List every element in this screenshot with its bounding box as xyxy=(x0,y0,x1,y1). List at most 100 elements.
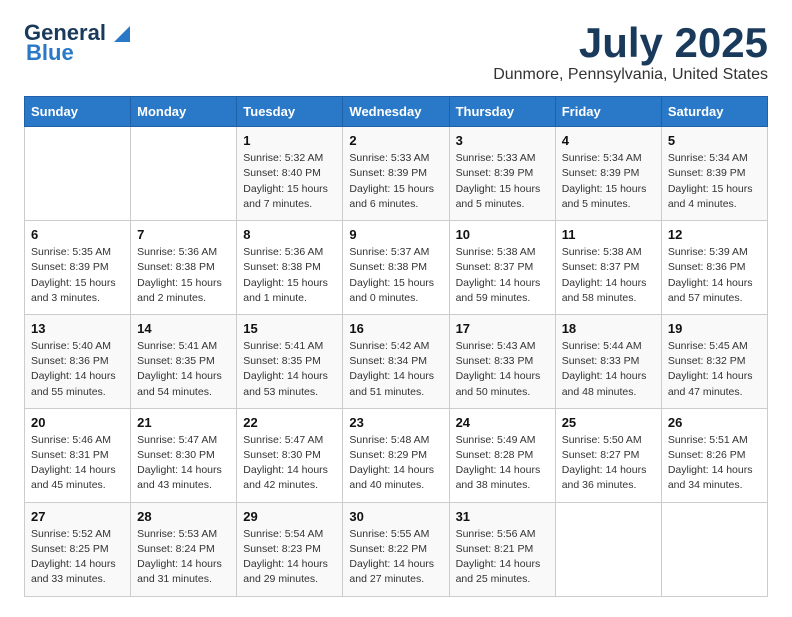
calendar-cell: 6 Sunrise: 5:35 AMSunset: 8:39 PMDaylight… xyxy=(25,221,131,315)
day-info: Sunrise: 5:45 AMSunset: 8:32 PMDaylight:… xyxy=(668,339,761,400)
day-info: Sunrise: 5:44 AMSunset: 8:33 PMDaylight:… xyxy=(562,339,655,400)
day-number: 29 xyxy=(243,509,336,524)
calendar-cell: 19 Sunrise: 5:45 AMSunset: 8:32 PMDayligh… xyxy=(661,314,767,408)
month-title: July 2025 xyxy=(493,20,768,66)
calendar-cell: 8Sunrise: 5:36 AMSunset: 8:38 PMDaylight… xyxy=(237,221,343,315)
logo: General Blue xyxy=(24,20,130,66)
day-info: Sunrise: 5:39 AMSunset: 8:36 PMDaylight:… xyxy=(668,245,761,306)
calendar-cell xyxy=(555,502,661,596)
day-number: 16 xyxy=(349,321,442,336)
calendar-cell: 14 Sunrise: 5:41 AMSunset: 8:35 PMDayligh… xyxy=(131,314,237,408)
day-number: 28 xyxy=(137,509,230,524)
day-number: 18 xyxy=(562,321,655,336)
day-info: Sunrise: 5:48 AMSunset: 8:29 PMDaylight:… xyxy=(349,433,442,494)
calendar-cell xyxy=(131,127,237,221)
col-header-friday: Friday xyxy=(555,97,661,127)
calendar-cell: 10 Sunrise: 5:38 AMSunset: 8:37 PMDayligh… xyxy=(449,221,555,315)
calendar-cell: 21Sunrise: 5:47 AMSunset: 8:30 PMDayligh… xyxy=(131,408,237,502)
day-info: Sunrise: 5:35 AMSunset: 8:39 PMDaylight:… xyxy=(31,245,124,306)
day-info: Sunrise: 5:38 AMSunset: 8:37 PMDaylight:… xyxy=(456,245,549,306)
day-number: 17 xyxy=(456,321,549,336)
calendar-cell: 22Sunrise: 5:47 AMSunset: 8:30 PMDayligh… xyxy=(237,408,343,502)
calendar-cell: 29Sunrise: 5:54 AMSunset: 8:23 PMDayligh… xyxy=(237,502,343,596)
calendar-cell: 30 Sunrise: 5:55 AMSunset: 8:22 PMDayligh… xyxy=(343,502,449,596)
day-info: Sunrise: 5:40 AMSunset: 8:36 PMDaylight:… xyxy=(31,339,124,400)
day-number: 27 xyxy=(31,509,124,524)
day-info: Sunrise: 5:32 AMSunset: 8:40 PMDaylight:… xyxy=(243,151,336,212)
day-info: Sunrise: 5:55 AMSunset: 8:22 PMDaylight:… xyxy=(349,527,442,588)
day-number: 31 xyxy=(456,509,549,524)
day-number: 4 xyxy=(562,133,655,148)
location-title: Dunmore, Pennsylvania, United States xyxy=(493,66,768,84)
day-number: 15 xyxy=(243,321,336,336)
day-number: 2 xyxy=(349,133,442,148)
day-info: Sunrise: 5:33 AMSunset: 8:39 PMDaylight:… xyxy=(456,151,549,212)
calendar-table: SundayMondayTuesdayWednesdayThursdayFrid… xyxy=(24,96,768,596)
logo-arrow-icon xyxy=(108,22,130,44)
col-header-thursday: Thursday xyxy=(449,97,555,127)
day-number: 23 xyxy=(349,415,442,430)
day-info: Sunrise: 5:38 AMSunset: 8:37 PMDaylight:… xyxy=(562,245,655,306)
col-header-saturday: Saturday xyxy=(661,97,767,127)
day-info: Sunrise: 5:49 AMSunset: 8:28 PMDaylight:… xyxy=(456,433,549,494)
day-number: 26 xyxy=(668,415,761,430)
calendar-cell: 4 Sunrise: 5:34 AMSunset: 8:39 PMDaylight… xyxy=(555,127,661,221)
day-number: 14 xyxy=(137,321,230,336)
calendar-cell: 7 Sunrise: 5:36 AMSunset: 8:38 PMDaylight… xyxy=(131,221,237,315)
day-number: 12 xyxy=(668,227,761,242)
logo-blue: Blue xyxy=(26,40,74,66)
calendar-cell: 31 Sunrise: 5:56 AMSunset: 8:21 PMDayligh… xyxy=(449,502,555,596)
day-info: Sunrise: 5:41 AMSunset: 8:35 PMDaylight:… xyxy=(243,339,336,400)
col-header-wednesday: Wednesday xyxy=(343,97,449,127)
calendar-cell: 17 Sunrise: 5:43 AMSunset: 8:33 PMDayligh… xyxy=(449,314,555,408)
day-info: Sunrise: 5:41 AMSunset: 8:35 PMDaylight:… xyxy=(137,339,230,400)
week-row-3: 13 Sunrise: 5:40 AMSunset: 8:36 PMDayligh… xyxy=(25,314,768,408)
day-info: Sunrise: 5:37 AMSunset: 8:38 PMDaylight:… xyxy=(349,245,442,306)
calendar-cell: 27 Sunrise: 5:52 AMSunset: 8:25 PMDayligh… xyxy=(25,502,131,596)
calendar-cell: 2 Sunrise: 5:33 AMSunset: 8:39 PMDaylight… xyxy=(343,127,449,221)
calendar-cell: 18 Sunrise: 5:44 AMSunset: 8:33 PMDayligh… xyxy=(555,314,661,408)
week-row-2: 6 Sunrise: 5:35 AMSunset: 8:39 PMDaylight… xyxy=(25,221,768,315)
week-row-5: 27 Sunrise: 5:52 AMSunset: 8:25 PMDayligh… xyxy=(25,502,768,596)
calendar-header-row: SundayMondayTuesdayWednesdayThursdayFrid… xyxy=(25,97,768,127)
day-info: Sunrise: 5:34 AMSunset: 8:39 PMDaylight:… xyxy=(668,151,761,212)
day-number: 3 xyxy=(456,133,549,148)
calendar-cell: 11 Sunrise: 5:38 AMSunset: 8:37 PMDayligh… xyxy=(555,221,661,315)
day-info: Sunrise: 5:46 AMSunset: 8:31 PMDaylight:… xyxy=(31,433,124,494)
week-row-4: 20 Sunrise: 5:46 AMSunset: 8:31 PMDayligh… xyxy=(25,408,768,502)
page-header: General Blue July 2025 Dunmore, Pennsylv… xyxy=(24,20,768,84)
day-number: 19 xyxy=(668,321,761,336)
day-number: 9 xyxy=(349,227,442,242)
day-info: Sunrise: 5:34 AMSunset: 8:39 PMDaylight:… xyxy=(562,151,655,212)
calendar-cell: 13 Sunrise: 5:40 AMSunset: 8:36 PMDayligh… xyxy=(25,314,131,408)
calendar-cell xyxy=(25,127,131,221)
day-info: Sunrise: 5:52 AMSunset: 8:25 PMDaylight:… xyxy=(31,527,124,588)
calendar-cell: 26Sunrise: 5:51 AMSunset: 8:26 PMDayligh… xyxy=(661,408,767,502)
col-header-tuesday: Tuesday xyxy=(237,97,343,127)
day-number: 25 xyxy=(562,415,655,430)
day-number: 30 xyxy=(349,509,442,524)
day-info: Sunrise: 5:33 AMSunset: 8:39 PMDaylight:… xyxy=(349,151,442,212)
day-number: 21 xyxy=(137,415,230,430)
calendar-cell: 3 Sunrise: 5:33 AMSunset: 8:39 PMDaylight… xyxy=(449,127,555,221)
day-number: 20 xyxy=(31,415,124,430)
calendar-cell: 28 Sunrise: 5:53 AMSunset: 8:24 PMDayligh… xyxy=(131,502,237,596)
day-info: Sunrise: 5:36 AMSunset: 8:38 PMDaylight:… xyxy=(137,245,230,306)
day-number: 22 xyxy=(243,415,336,430)
col-header-monday: Monday xyxy=(131,97,237,127)
day-info: Sunrise: 5:53 AMSunset: 8:24 PMDaylight:… xyxy=(137,527,230,588)
day-number: 13 xyxy=(31,321,124,336)
day-number: 10 xyxy=(456,227,549,242)
day-number: 1 xyxy=(243,133,336,148)
day-number: 6 xyxy=(31,227,124,242)
calendar-cell: 5Sunrise: 5:34 AMSunset: 8:39 PMDaylight… xyxy=(661,127,767,221)
day-info: Sunrise: 5:43 AMSunset: 8:33 PMDaylight:… xyxy=(456,339,549,400)
calendar-cell: 12 Sunrise: 5:39 AMSunset: 8:36 PMDayligh… xyxy=(661,221,767,315)
day-number: 7 xyxy=(137,227,230,242)
day-number: 11 xyxy=(562,227,655,242)
calendar-cell: 1 Sunrise: 5:32 AMSunset: 8:40 PMDaylight… xyxy=(237,127,343,221)
calendar-cell: 24 Sunrise: 5:49 AMSunset: 8:28 PMDayligh… xyxy=(449,408,555,502)
day-number: 24 xyxy=(456,415,549,430)
day-info: Sunrise: 5:56 AMSunset: 8:21 PMDaylight:… xyxy=(456,527,549,588)
col-header-sunday: Sunday xyxy=(25,97,131,127)
